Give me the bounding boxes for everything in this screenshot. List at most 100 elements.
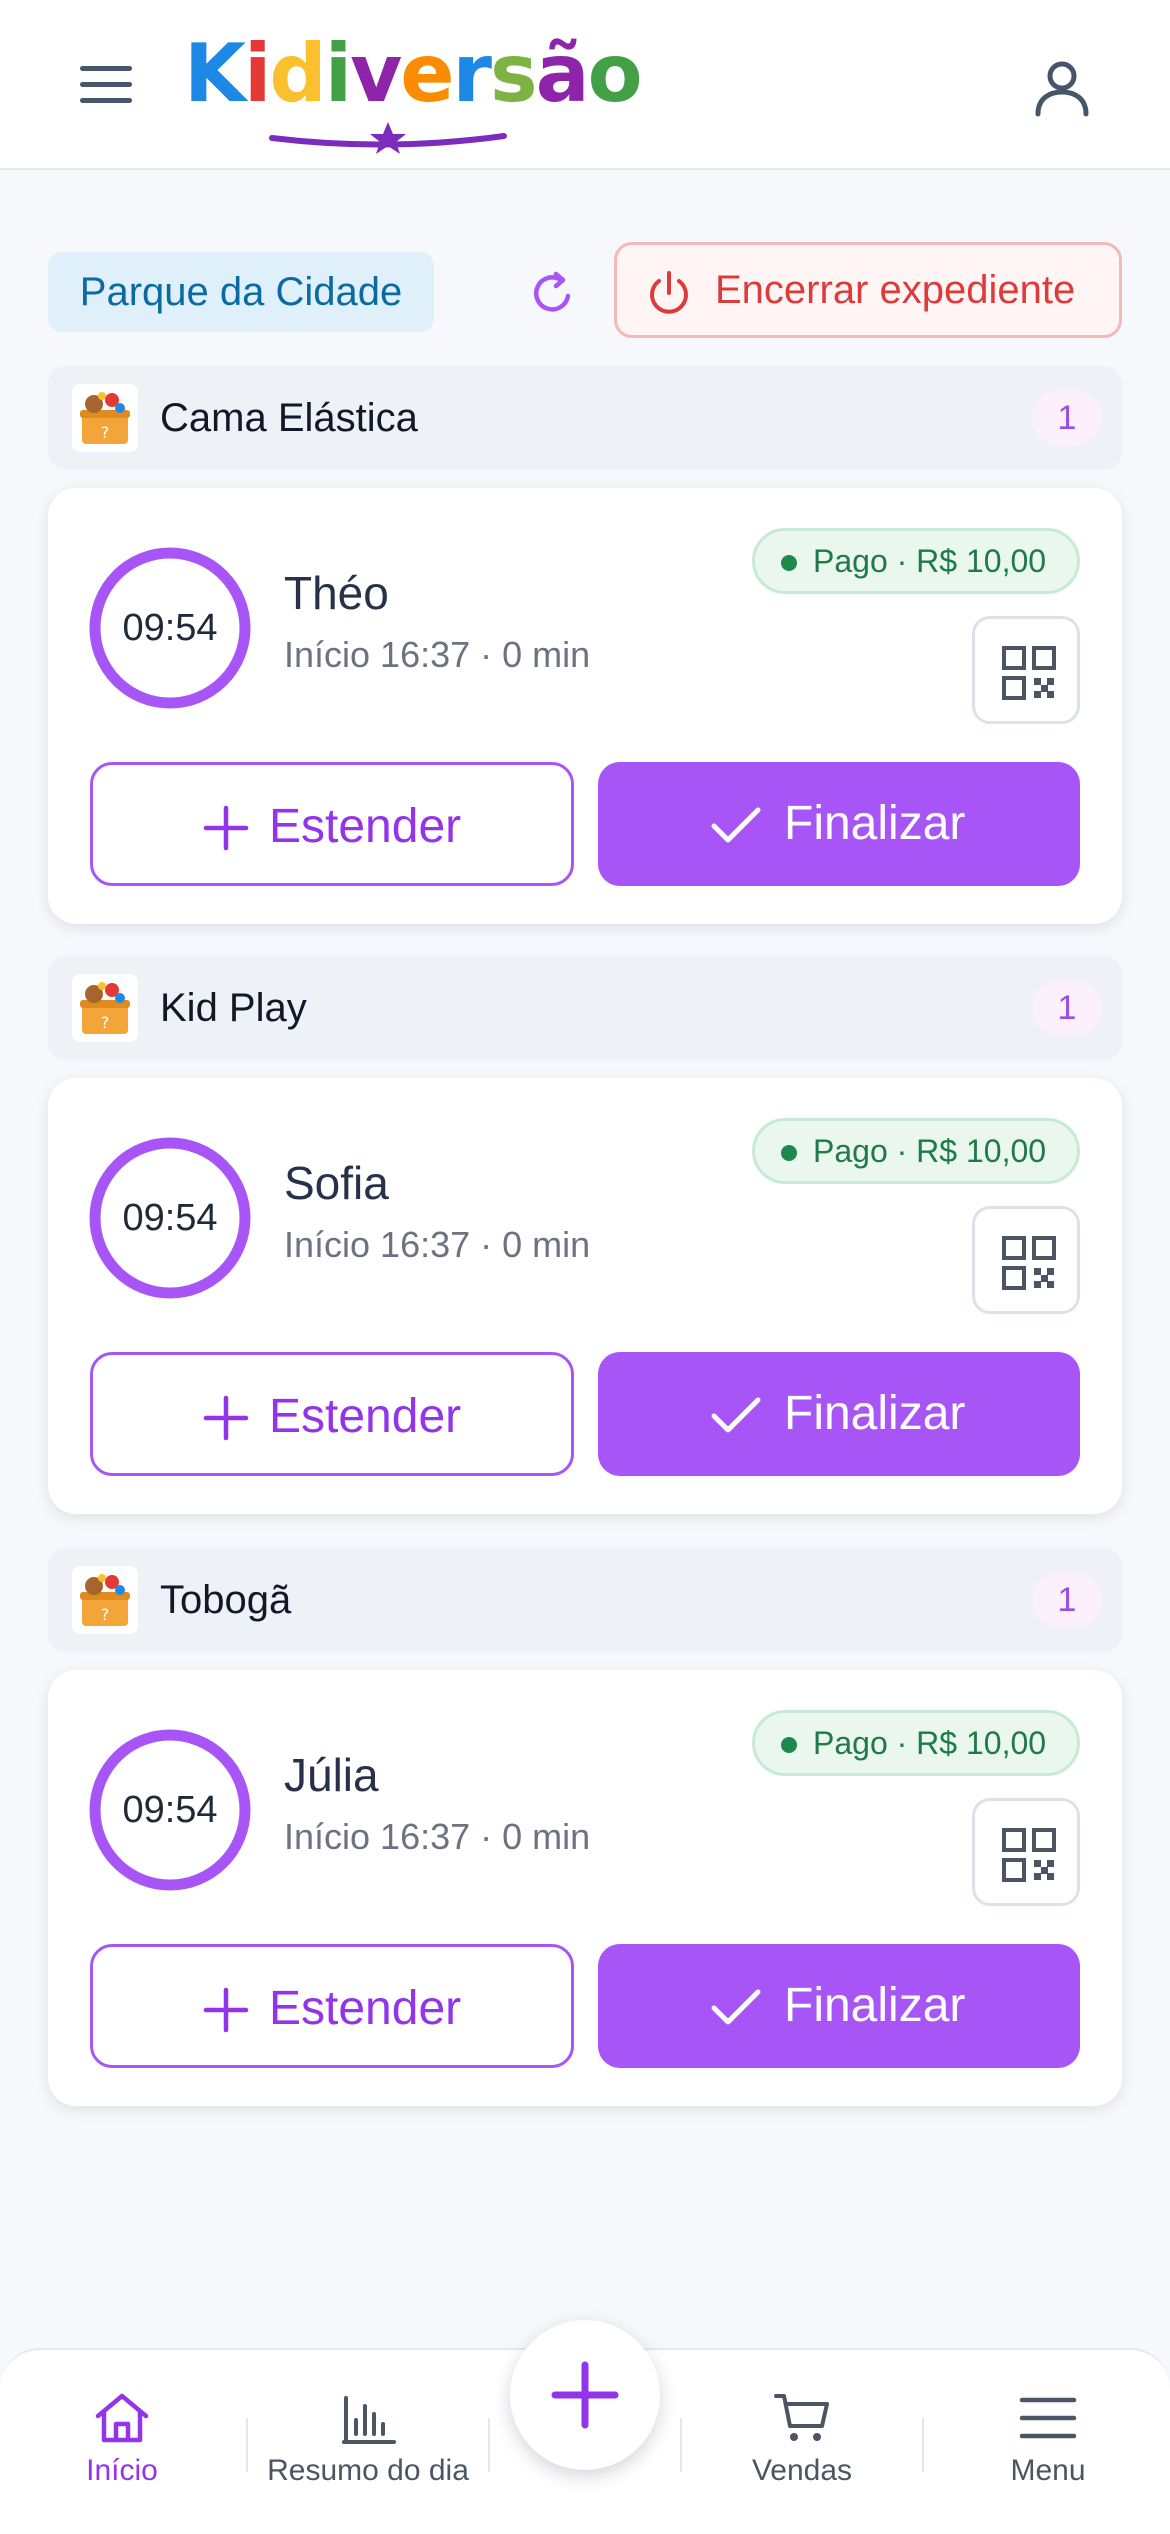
timer-text: 09:54 <box>122 1789 218 1831</box>
qr-code-button[interactable] <box>972 1206 1080 1314</box>
bar-chart-icon <box>342 2396 396 2444</box>
plus-icon <box>203 1987 249 2033</box>
nav-item-menu[interactable]: Menu <box>966 2350 1130 2534</box>
timer-ring: 09:54 <box>88 1728 252 1892</box>
logo-letter: ã <box>535 27 590 120</box>
payment-status-badge: Pago · R$ 10,00 <box>752 1710 1080 1776</box>
check-icon <box>711 1397 761 1433</box>
plus-icon <box>203 1395 249 1441</box>
attraction-header: ? Cama Elástica 1 <box>48 366 1122 470</box>
power-icon <box>650 271 688 314</box>
payment-text: Pago · R$ 10,00 <box>813 1725 1047 1761</box>
toy-box-icon: ? <box>72 974 138 1042</box>
extend-label: Estender <box>269 1982 462 2035</box>
plus-icon <box>551 2361 619 2429</box>
logo-letter: e <box>400 27 454 120</box>
nav-label: Vendas <box>751 2454 853 2487</box>
start-time: Início 16:37 · 0 min <box>284 1224 591 1265</box>
svg-text:?: ? <box>101 1605 110 1624</box>
toy-box-icon: ? <box>72 1566 138 1634</box>
payment-text: Pago · R$ 10,00 <box>813 543 1047 579</box>
finish-button[interactable]: Finalizar <box>598 1352 1080 1476</box>
nav-item-vendas[interactable]: Vendas <box>720 2350 884 2534</box>
logo-letter: v <box>350 27 402 120</box>
payment-status-badge: Pago · R$ 10,00 <box>752 528 1080 594</box>
start-time: Início 16:37 · 0 min <box>284 1816 591 1857</box>
child-name: Sofia <box>284 1157 389 1209</box>
session-count-badge: 1 <box>1032 1572 1102 1628</box>
extend-label: Estender <box>269 1390 462 1443</box>
nav-item-inicio[interactable]: Início <box>40 2350 204 2534</box>
qr-code-icon <box>1002 646 1056 700</box>
extend-button[interactable]: Estender <box>90 1944 574 2068</box>
extend-button[interactable]: Estender <box>90 1352 574 1476</box>
refresh-icon[interactable] <box>528 268 578 318</box>
check-icon <box>711 807 761 843</box>
logo-swoosh <box>269 122 507 154</box>
payment-text: Pago · R$ 10,00 <box>813 1133 1047 1169</box>
plus-icon <box>203 805 249 851</box>
session-count-badge: 1 <box>1032 390 1102 446</box>
status-dot-icon <box>781 555 797 571</box>
qr-code-icon <box>1002 1236 1056 1290</box>
payment-status-badge: Pago · R$ 10,00 <box>752 1118 1080 1184</box>
user-icon[interactable] <box>1030 56 1094 120</box>
logo-letter: K <box>184 27 246 120</box>
app-header: Kidiversão <box>0 0 1170 170</box>
attraction-header: ? Kid Play 1 <box>48 956 1122 1060</box>
attraction-title: Kid Play <box>160 986 307 1030</box>
nav-label: Início <box>86 2454 158 2487</box>
nav-label: Menu <box>1010 2454 1086 2487</box>
end-shift-button[interactable]: Encerrar expediente <box>614 242 1122 338</box>
qr-code-button[interactable] <box>972 616 1080 724</box>
logo-letter: s <box>489 27 538 120</box>
attraction-title: Tobogã <box>160 1578 292 1622</box>
timer-text: 09:54 <box>122 607 218 649</box>
timer-text: 09:54 <box>122 1197 218 1239</box>
session-count-badge: 1 <box>1032 980 1102 1036</box>
attraction-header: ? Tobogã 1 <box>48 1548 1122 1652</box>
nav-divider <box>680 2418 682 2472</box>
extend-button[interactable]: Estender <box>90 762 574 886</box>
nav-item-resumo[interactable]: Resumo do dia <box>256 2350 480 2534</box>
add-session-button[interactable] <box>510 2320 660 2470</box>
logo-letter: i <box>244 27 271 120</box>
session-card: 09:54 Théo Início 16:37 · 0 min Pago · R… <box>48 488 1122 924</box>
extend-label: Estender <box>269 800 462 853</box>
timer-ring: 09:54 <box>88 546 252 710</box>
svg-text:?: ? <box>101 1013 110 1032</box>
finish-button[interactable]: Finalizar <box>598 762 1080 886</box>
nav-label: Resumo do dia <box>267 2454 469 2487</box>
check-icon <box>711 1989 761 2025</box>
qr-code-button[interactable] <box>972 1798 1080 1906</box>
status-dot-icon <box>781 1145 797 1161</box>
start-time: Início 16:37 · 0 min <box>284 634 591 675</box>
logo-letter: d <box>269 27 326 120</box>
child-name: Júlia <box>284 1749 379 1801</box>
location-chip[interactable]: Parque da Cidade <box>48 252 434 332</box>
app-logo: Kidiversão <box>184 20 643 154</box>
finish-label: Finalizar <box>784 1387 966 1440</box>
status-dot-icon <box>781 1737 797 1753</box>
end-shift-label: Encerrar expediente <box>715 268 1076 312</box>
nav-divider <box>922 2418 924 2472</box>
hamburger-icon[interactable] <box>80 62 136 106</box>
timer-ring: 09:54 <box>88 1136 252 1300</box>
logo-letter: r <box>452 27 492 120</box>
qr-code-icon <box>1002 1828 1056 1882</box>
menu-icon <box>1019 2397 1077 2439</box>
session-card: 09:54 Júlia Início 16:37 · 0 min Pago · … <box>48 1670 1122 2106</box>
nav-divider <box>246 2418 248 2472</box>
session-card: 09:54 Sofia Início 16:37 · 0 min Pago · … <box>48 1078 1122 1514</box>
finish-label: Finalizar <box>784 1979 966 2032</box>
svg-text:?: ? <box>101 423 110 442</box>
logo-text: Kidiversão <box>184 24 643 124</box>
child-name: Théo <box>284 567 389 619</box>
nav-divider <box>488 2418 490 2472</box>
home-icon <box>95 2393 149 2443</box>
logo-letter: i <box>324 27 352 120</box>
attraction-title: Cama Elástica <box>160 396 418 440</box>
toy-box-icon: ? <box>72 384 138 452</box>
finish-button[interactable]: Finalizar <box>598 1944 1080 2068</box>
logo-letter: o <box>587 27 643 120</box>
